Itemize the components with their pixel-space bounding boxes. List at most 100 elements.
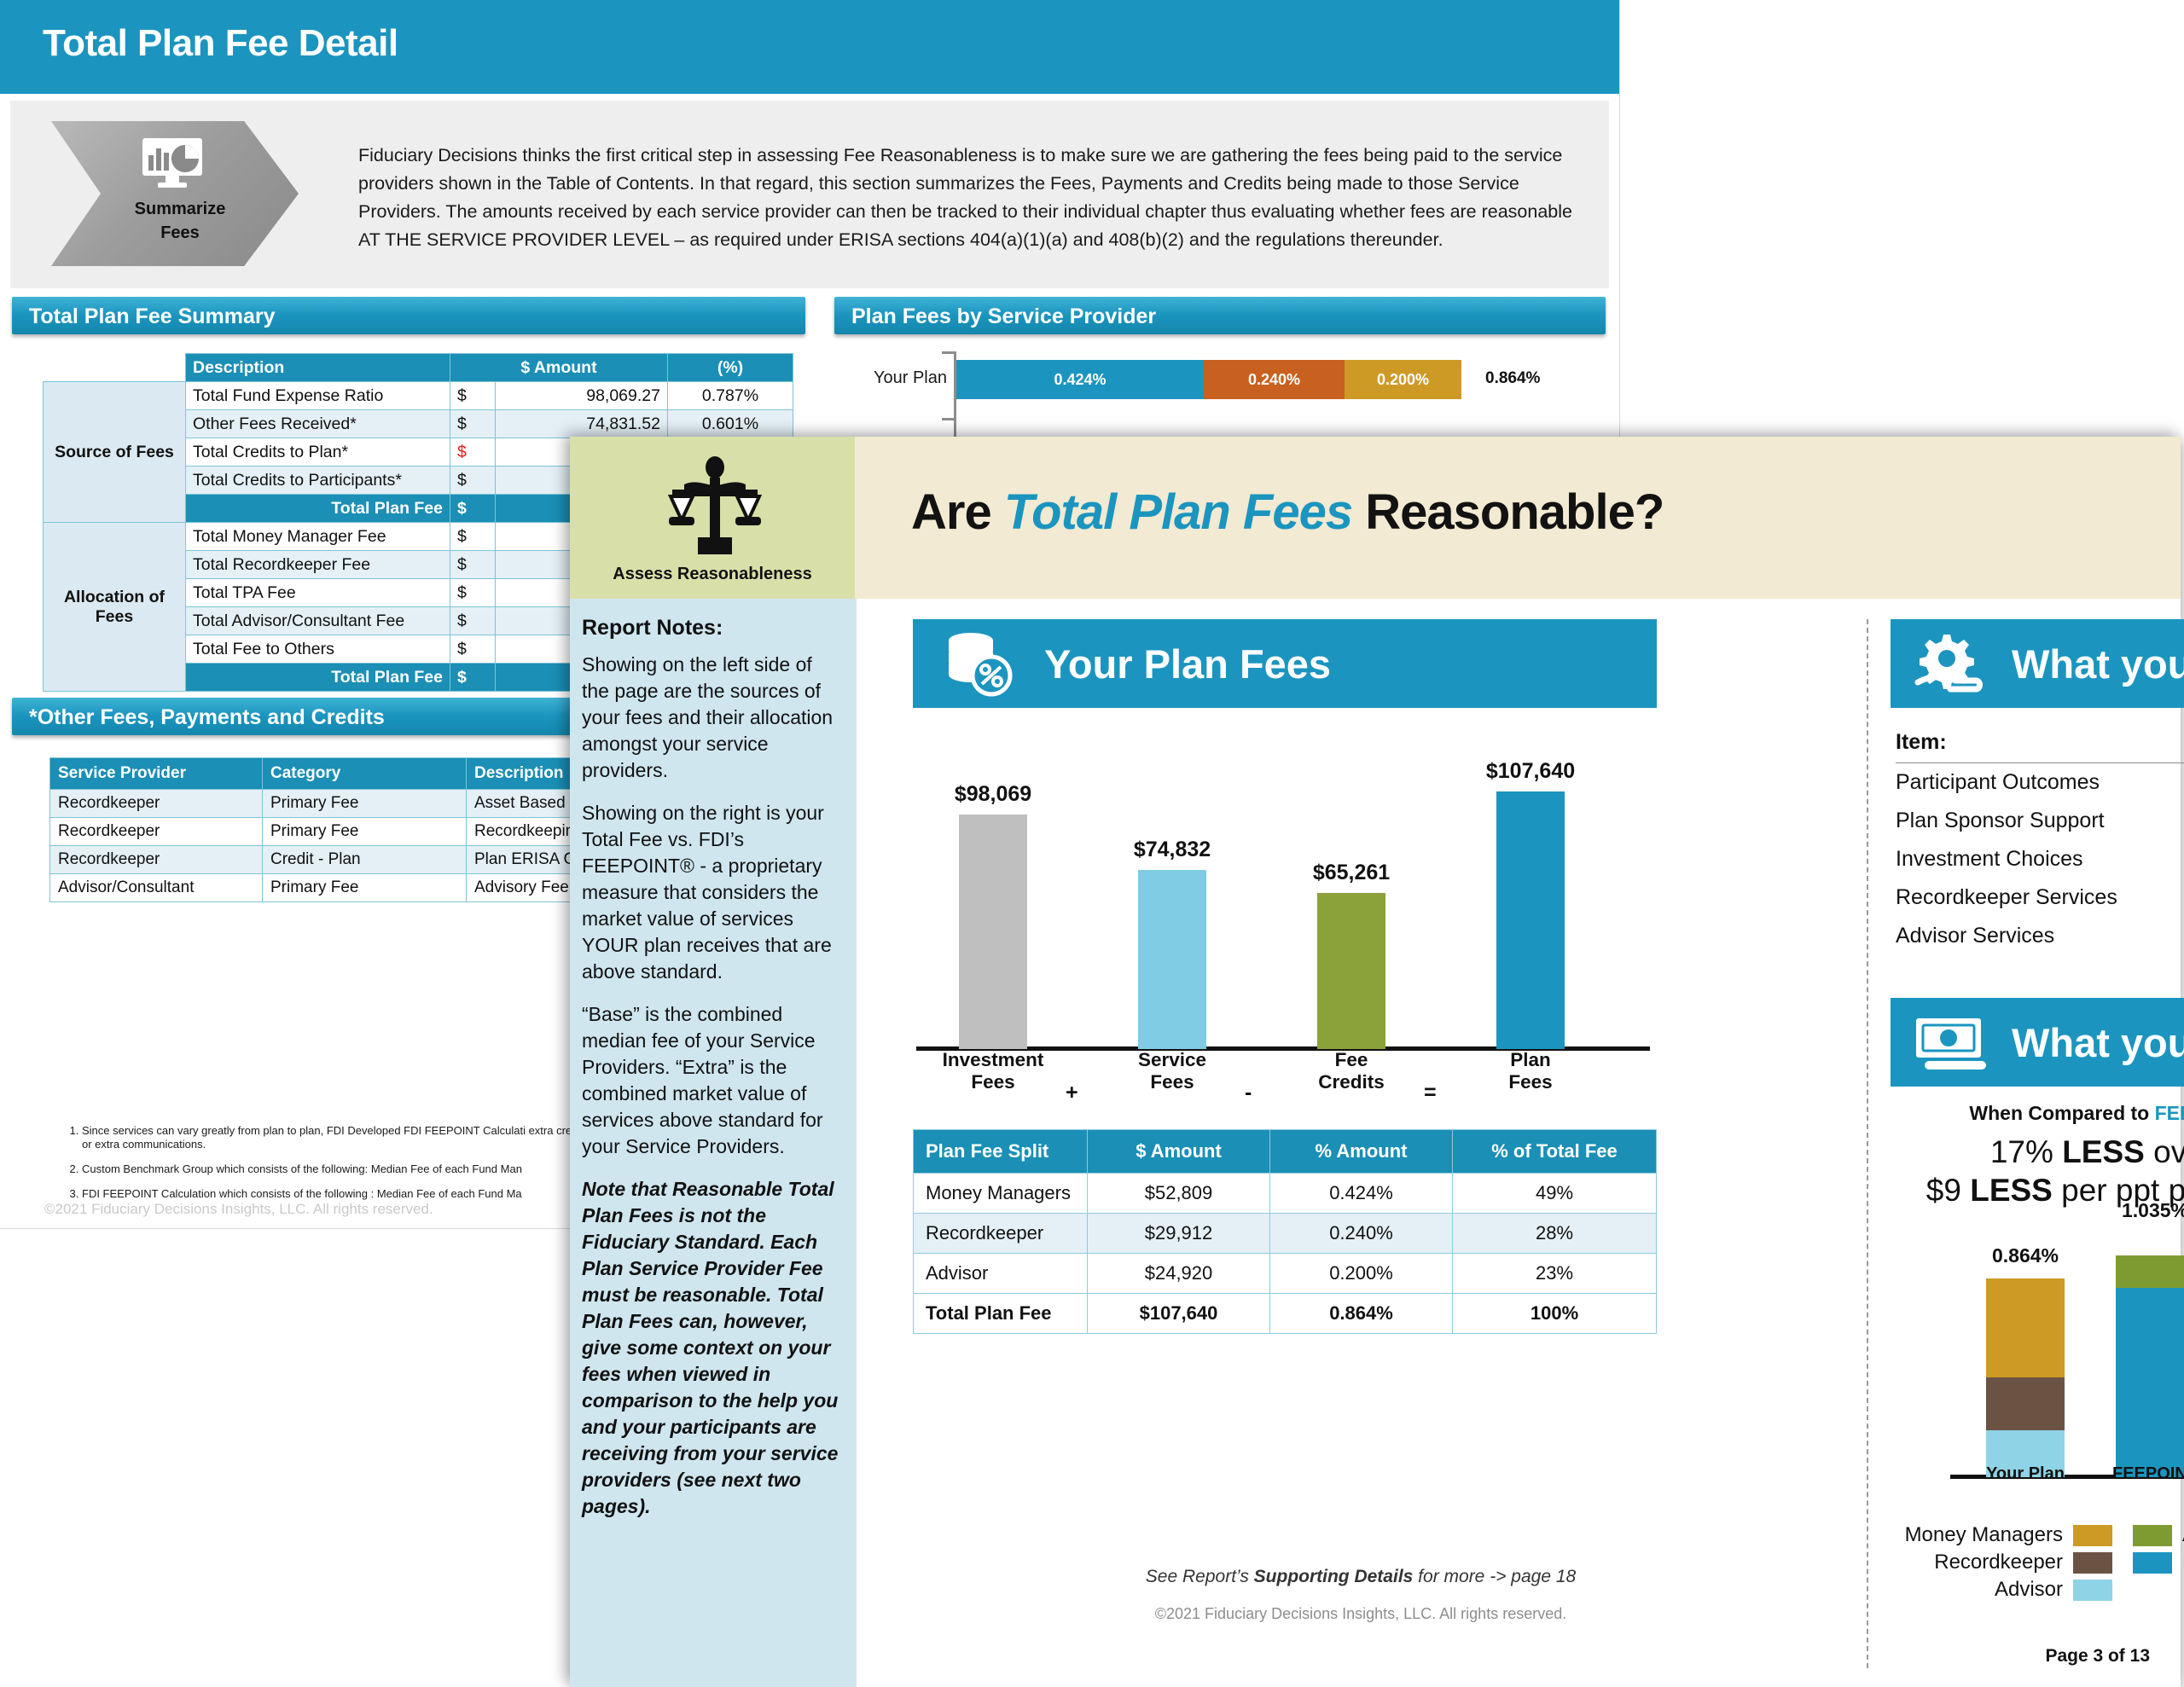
plan-fee-split-table: Plan Fee Split $ Amount % Amount % of To…: [913, 1129, 1657, 1334]
legend-label: Advisor: [1994, 1578, 2063, 1601]
segment-base: [2116, 1288, 2184, 1477]
currency-symbol: $: [450, 522, 496, 551]
bar-rect: [1496, 791, 1565, 1049]
item-label: Recordkeeper Services: [1896, 885, 2117, 909]
note-paragraph-2: Showing on the right is your Total Fee v…: [582, 802, 832, 983]
col-amount: $ Amount: [1087, 1129, 1270, 1174]
your-plan-fees-bar-chart: $98,069 Investment Fees + $74,832 Service…: [908, 727, 1667, 1104]
bar-service-fees: $74,832 Service Fees: [1134, 838, 1211, 1093]
split-pct-amount: 0.200%: [1269, 1253, 1453, 1294]
total-row: Total Plan Fee $107,640 0.864% 100%: [913, 1293, 1657, 1334]
bar-value-label: $65,261: [1312, 861, 1391, 884]
segment-advisor: 0.200%: [1345, 360, 1461, 399]
bar-value-label: $107,640: [1485, 759, 1576, 783]
coins-percent-icon: [949, 633, 1013, 697]
list-item[interactable]: Advisor Services Page 8: [1896, 917, 2184, 955]
copyright-front: ©2021 Fiduciary Decisions Insights, LLC.…: [1154, 1605, 1567, 1622]
front-page-body: Report Notes: Showing on the left side o…: [570, 599, 2184, 1687]
panel-divider: [1867, 619, 1868, 1668]
bar-rect: [1317, 893, 1385, 1049]
your-plan-fees-panel: Your Plan Fees $98,069 Investment Fees + …: [857, 599, 1865, 1687]
section-title-other-fees: *Other Fees, Payments and Credits: [29, 705, 385, 729]
section-title-summary: Total Plan Fee Summary: [29, 304, 276, 328]
section-title-provider: Plan Fees by Service Provider: [851, 304, 1157, 328]
total-pct-total: 100%: [1452, 1293, 1657, 1334]
note-paragraph-3: “Base” is the combined median fee of you…: [582, 1003, 823, 1157]
bar-category-label: Your Plan: [1986, 1464, 2065, 1483]
bar-category-label: Investment Fees: [942, 1049, 1044, 1093]
bar-category-label: FEEPOINT: [2111, 1464, 2184, 1483]
list-item[interactable]: Plan Sponsor Support Page 5: [1896, 802, 2184, 840]
page-header-bar: Total Plan Fee Detail: [0, 0, 1619, 94]
item-label: Investment Choices: [1896, 847, 2083, 871]
col-plan-fee-split: Plan Fee Split: [913, 1129, 1088, 1174]
supporting-details-note: See Report’s Supporting Details for more…: [857, 1567, 1865, 1587]
list-item[interactable]: Participant Outcomes Page 4: [1896, 763, 2184, 802]
table-row: Money Managers $52,809 0.424% 49%: [913, 1173, 1657, 1214]
split-amount: $52,809: [1087, 1173, 1270, 1214]
currency-symbol: $: [450, 381, 496, 410]
copyright-back: ©2021 Fiduciary Decisions Insights, LLC.…: [44, 1201, 433, 1217]
total-amount: $107,640: [1087, 1293, 1270, 1334]
currency-symbol: $: [450, 466, 496, 495]
group-label-source-of-fees: Source of Fees: [43, 381, 186, 523]
legend-item: Recordkeeper: [1934, 1551, 2123, 1574]
legend-swatch-money-managers: [2073, 1524, 2112, 1546]
total-label: Total Plan Fee: [185, 663, 450, 692]
note-emphasis: Supporting Details: [1253, 1567, 1414, 1586]
what-you-pay-header: What you Pay: [1891, 998, 2184, 1087]
col-item: Item:: [1896, 730, 1947, 754]
bar-total-label: 0.864%: [1485, 369, 1541, 387]
list-item[interactable]: Recordkeeper Services Page 7: [1896, 878, 2184, 917]
line1-percent: 17%: [1989, 1134, 2053, 1169]
page-title: Total Plan Fee Detail: [43, 22, 398, 64]
row-amount: 98,069.27: [495, 381, 668, 410]
legend-column-feepoint: Adjustment Base: [2123, 1523, 2184, 1605]
list-item[interactable]: Investment Choices Page 6: [1896, 840, 2184, 878]
assess-label: Assess Reasonableness: [613, 565, 812, 583]
row-amount: 74,831.52: [495, 409, 668, 438]
row-percent: 0.601%: [667, 409, 793, 438]
segment-money-managers: [1986, 1278, 2065, 1377]
report-notes-panel: Report Notes: Showing on the left side o…: [570, 599, 857, 1687]
split-label: Recordkeeper: [913, 1213, 1088, 1254]
note-paragraph-4: Note that Reasonable Total Plan Fees is …: [582, 1178, 839, 1517]
section-bar-total-plan-fee-summary: Total Plan Fee Summary: [12, 297, 805, 334]
table-header-row: Description $ Amount (%): [43, 353, 793, 382]
stacked-bar-feepoint: 1.035% FEEPOINT: [2112, 1199, 2184, 1483]
what-you-get-title: What you Get: [2012, 641, 2184, 687]
split-pct-total: 49%: [1452, 1173, 1657, 1214]
total-pct-amount: 0.864%: [1269, 1293, 1453, 1334]
dashboard-chart-icon: [142, 138, 202, 188]
segment-recordkeeper: 0.240%: [1204, 360, 1345, 399]
currency-symbol: $: [450, 635, 496, 664]
operator-plus: +: [1066, 1081, 1078, 1104]
col-description: Description: [185, 353, 450, 382]
total-label: Total Plan Fee: [913, 1293, 1088, 1334]
item-label: Advisor Services: [1896, 924, 2055, 948]
your-plan-fees-title: Your Plan Fees: [1044, 641, 1332, 687]
gear-hand-icon: [1914, 635, 1983, 693]
cell-category: Primary Fee: [262, 817, 467, 846]
row-description: Other Fees Received*: [185, 409, 450, 438]
col-amount: $ Amount: [450, 353, 668, 382]
split-pct-total: 28%: [1452, 1213, 1657, 1254]
item-label: Participant Outcomes: [1896, 770, 2100, 794]
segment-recordkeeper: [1986, 1377, 2065, 1430]
cell-service-provider: Recordkeeper: [49, 817, 263, 846]
legend-swatch-base: [2133, 1551, 2172, 1574]
line2-strong: LESS: [1970, 1173, 2053, 1208]
bar-category-label: Fee Credits: [1318, 1049, 1385, 1093]
front-page-title: Are Total Plan Fees Reasonable?: [911, 484, 1664, 541]
assess-reasonableness-badge: Assess Reasonableness: [570, 437, 855, 599]
item-label: Plan Sponsor Support: [1896, 809, 2105, 832]
segment-money-managers: 0.424%: [956, 360, 1204, 399]
cell-category: Primary Fee: [262, 789, 467, 818]
what-you-pay-stacked-chart: 0.864% Your Plan 1.035% FEEPOINT: [1935, 1199, 2184, 1501]
axis-tick: [942, 351, 956, 354]
comparison-subtitle: When Compared to FEEPOINT®: [1891, 1102, 2184, 1125]
title-part-post: Reasonable?: [1352, 484, 1664, 540]
col-percent: (%): [667, 353, 793, 382]
split-label: Money Managers: [913, 1173, 1088, 1214]
bar-investment-fees: $98,069 Investment Fees: [943, 782, 1044, 1093]
